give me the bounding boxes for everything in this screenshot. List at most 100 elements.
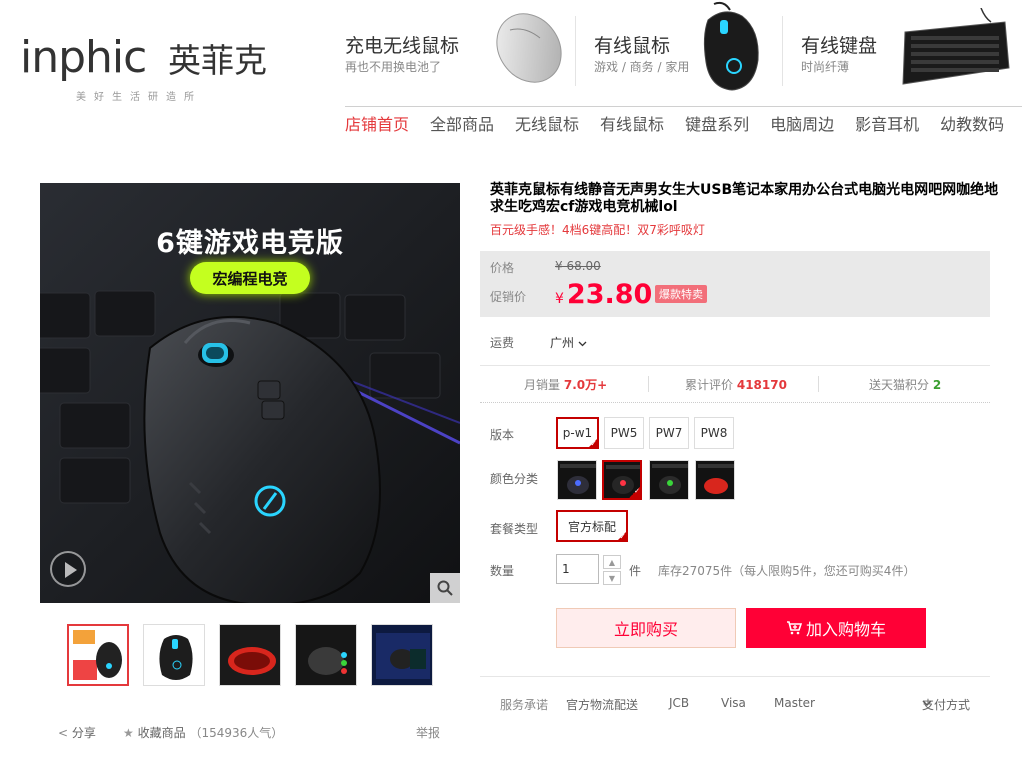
brand-name-cn: 英菲克	[168, 41, 267, 80]
black-keyboard-icon	[902, 8, 1010, 85]
promo-subtitle: 游戏 / 商务 / 家用	[594, 60, 690, 74]
shipping-city-select[interactable]: 广州	[550, 334, 587, 351]
nav-item-home[interactable]: 店铺首页	[345, 114, 409, 138]
share-label: 分享	[71, 726, 96, 740]
play-video-button[interactable]	[50, 551, 86, 587]
buy-now-label: 立即购买	[613, 620, 678, 639]
package-option-standard[interactable]: 官方标配 ✓	[556, 510, 628, 542]
service-item-jcb: JCB	[669, 696, 690, 710]
payment-label: 支付方式	[922, 698, 971, 712]
original-price-label: 价格	[490, 261, 515, 275]
monthly-sales-value: 7.0万+	[563, 378, 608, 392]
thumbnail-3[interactable]	[219, 624, 281, 686]
nav-item-audio[interactable]: 影音耳机	[855, 114, 919, 138]
share-row: < 分享 ★ 收藏商品 （154936人气） 举报	[58, 724, 448, 742]
shop-nav: 店铺首页 全部商品 无线鼠标 有线鼠标 键盘系列 电脑周边 影音耳机 幼教数码	[345, 114, 1022, 138]
quantity-increase-button[interactable]: ▲	[603, 555, 621, 569]
monthly-sales: 月销量 7.0万+	[524, 376, 607, 393]
cart-icon	[786, 621, 802, 635]
promo-wired-mouse[interactable]: 有线鼠标 游戏 / 商务 / 家用	[594, 0, 779, 95]
shipping-row: 运费 广州	[490, 334, 587, 351]
total-reviews[interactable]: 累计评价 418170	[685, 376, 787, 393]
caret-down-icon: ▼	[608, 573, 616, 583]
color-option-red-light[interactable]: ✓	[602, 460, 642, 500]
promo-subtitle: 时尚纤薄	[801, 60, 850, 74]
quantity-input[interactable]: 1	[556, 554, 599, 584]
version-option-pw5[interactable]: PW5	[604, 417, 644, 449]
nav-item-wireless-mouse[interactable]: 无线鼠标	[515, 114, 579, 138]
thumbnail-2[interactable]	[143, 624, 205, 686]
version-option-pw8[interactable]: PW8	[694, 417, 734, 449]
thumbnail-strip	[67, 624, 447, 686]
thumbnail-1[interactable]	[67, 624, 129, 686]
nav-item-keyboards[interactable]: 键盘系列	[685, 114, 749, 138]
version-label: 版本	[490, 428, 515, 442]
reviews-value: 418170	[736, 378, 787, 392]
favorite-label: 收藏商品	[137, 726, 186, 740]
product-main-image[interactable]: 6键游戏电竞版 宏编程电竞	[40, 183, 460, 603]
divider	[648, 376, 649, 392]
banner-title: 6键游戏电竞版	[156, 228, 344, 259]
color-option-red[interactable]	[695, 460, 735, 500]
service-row: 服务承诺 官方物流配送 JCB Visa Master 支付方式	[500, 696, 990, 714]
points-label: 送天猫积分	[869, 378, 930, 392]
check-icon: ✓	[590, 439, 597, 448]
add-to-cart-button[interactable]: 加入购物车	[746, 608, 926, 648]
quantity-decrease-button[interactable]: ▼	[603, 571, 621, 585]
zoom-button[interactable]	[430, 573, 460, 603]
banner-badge: 宏编程电竞	[190, 262, 310, 294]
service-item-visa: Visa	[721, 696, 746, 710]
divider	[480, 676, 990, 677]
promo-title: 充电无线鼠标	[345, 35, 460, 57]
promo-price: ¥23.80	[555, 276, 652, 318]
report-link[interactable]: 举报	[416, 724, 440, 741]
nav-item-peripherals[interactable]: 电脑周边	[770, 114, 834, 138]
hot-sale-badge: 爆款特卖	[655, 285, 707, 303]
share-button[interactable]: < 分享	[58, 724, 96, 741]
star-icon: ★	[123, 726, 134, 740]
brand-logo[interactable]: inphic 英菲克 美好生活研造所	[20, 30, 280, 110]
stock-info: 库存27075件（每人限购5件，您还可购买4件）	[658, 564, 916, 578]
check-icon: ✓	[628, 487, 640, 498]
color-label: 颜色分类	[490, 472, 539, 486]
version-option-pw7[interactable]: PW7	[649, 417, 689, 449]
divider	[480, 365, 990, 366]
monthly-sales-label: 月销量	[524, 378, 561, 392]
package-option-label: 官方标配	[567, 519, 616, 534]
silver-wireless-mouse-icon	[496, 13, 562, 83]
promo-wireless-mouse[interactable]: 充电无线鼠标 再也不用换电池了	[345, 0, 575, 95]
promo-price-value: 23.80	[566, 279, 653, 310]
color-option-blue[interactable]	[557, 460, 597, 500]
favorite-button[interactable]: ★ 收藏商品 （154936人气）	[123, 724, 283, 741]
promo-divider	[575, 16, 576, 86]
black-gaming-mouse-icon	[703, 1, 759, 91]
promo-divider	[782, 16, 783, 86]
tmall-points: 送天猫积分 2	[869, 376, 941, 393]
quantity-unit: 件	[629, 564, 642, 578]
divider	[480, 402, 990, 403]
nav-item-wired-mouse[interactable]: 有线鼠标	[600, 114, 664, 138]
nav-item-all-products[interactable]: 全部商品	[430, 114, 494, 138]
buy-now-button[interactable]: 立即购买	[556, 608, 736, 648]
color-option-green[interactable]	[649, 460, 689, 500]
promo-title: 有线鼠标	[594, 35, 671, 57]
payment-methods-toggle[interactable]: 支付方式	[922, 696, 970, 712]
reviews-label: 累计评价	[685, 378, 734, 392]
promo-wired-keyboard[interactable]: 有线键盘 时尚纤薄	[801, 0, 1022, 95]
sales-stats: 月销量 7.0万+ 累计评价 418170 送天猫积分 2	[480, 368, 990, 398]
promo-price-label: 促销价	[490, 290, 527, 304]
service-item-logistics: 官方物流配送	[566, 698, 639, 712]
check-icon: ✓	[619, 532, 626, 541]
magnifier-icon	[437, 580, 453, 596]
version-option-p-w1[interactable]: p-w1 ✓	[556, 417, 599, 449]
share-icon: <	[58, 726, 69, 740]
version-option-label: PW7	[655, 426, 683, 440]
thumbnail-5[interactable]	[371, 624, 433, 686]
popularity-count: （154936人气）	[189, 726, 284, 740]
divider	[818, 376, 819, 392]
thumbnail-4[interactable]	[295, 624, 357, 686]
promo-subtitle: 再也不用换电池了	[345, 60, 442, 74]
caret-up-icon: ▲	[608, 557, 616, 567]
brand-wordmark: inphic	[20, 32, 147, 83]
nav-item-kids-digital[interactable]: 幼教数码	[940, 114, 1004, 138]
